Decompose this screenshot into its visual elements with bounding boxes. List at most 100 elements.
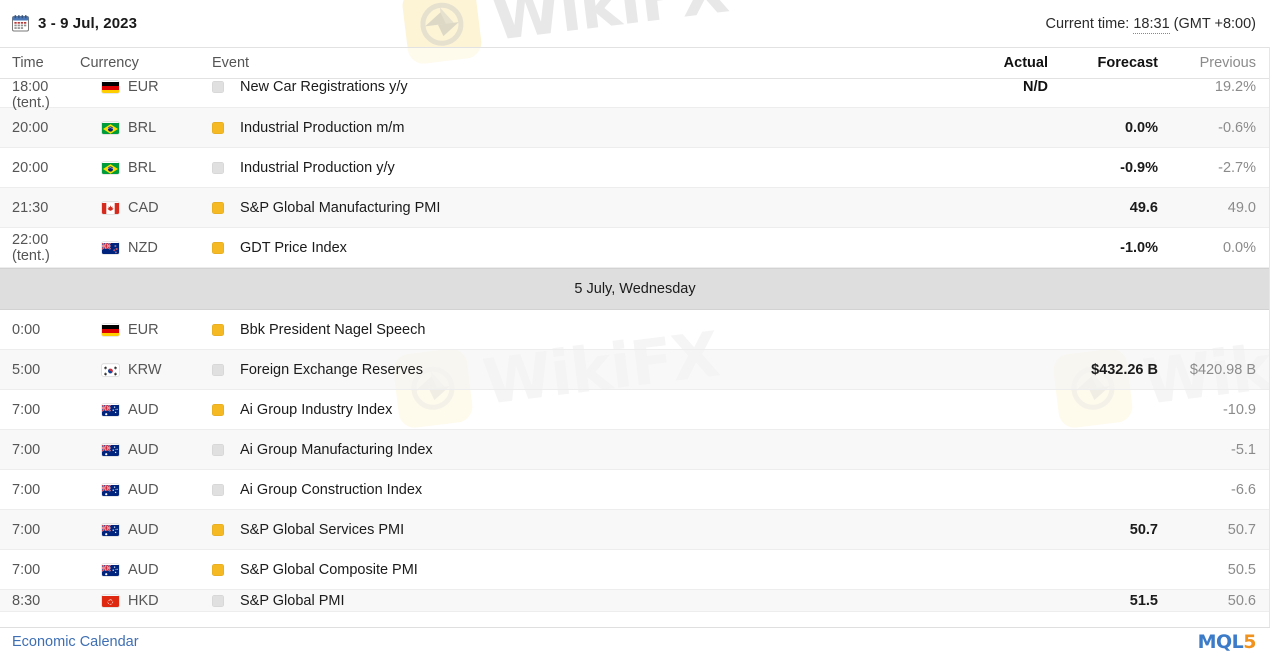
event-cell[interactable]: Industrial Production y/y xyxy=(190,160,938,176)
event-name[interactable]: Industrial Production m/m xyxy=(240,120,404,136)
date-range-selector[interactable]: 3 - 9 Jul, 2023 xyxy=(12,15,137,32)
event-cell[interactable]: Industrial Production m/m xyxy=(190,120,938,136)
table-row[interactable]: 5:00 KRW Foreign Exchange Reserves $432.26 … xyxy=(0,350,1270,390)
event-previous: -10.9 xyxy=(1222,401,1256,418)
event-name[interactable]: Foreign Exchange Reserves xyxy=(240,362,423,378)
currency-code: HKD xyxy=(128,592,159,609)
table-row[interactable]: 20:00 BRL Industrial Production m/m 0.0% -0.… xyxy=(0,108,1270,148)
table-row[interactable]: 22:00 (tent.) NZD GDT Price Index -1.0% 0.0% xyxy=(0,228,1270,268)
current-time-value[interactable]: 18:31 xyxy=(1133,15,1170,34)
event-time: 7:00 xyxy=(12,521,41,538)
importance-indicator-icon xyxy=(212,483,224,496)
importance-indicator-icon xyxy=(212,241,224,254)
importance-indicator-icon xyxy=(212,443,224,456)
column-header-event[interactable]: Event xyxy=(190,55,938,71)
event-cell[interactable]: GDT Price Index xyxy=(190,240,938,256)
flag-germany-icon xyxy=(102,324,119,336)
flag-australia-icon xyxy=(102,443,119,456)
table-row[interactable]: 21:30 CAD S&P Global Manufacturing PMI 49.6… xyxy=(0,188,1270,228)
event-time: 7:00 xyxy=(12,481,41,498)
event-time: 8:30 xyxy=(12,592,41,609)
importance-indicator-icon xyxy=(212,121,224,134)
mql5-logo-main: MQL xyxy=(1197,631,1244,653)
column-header-currency[interactable]: Currency xyxy=(80,55,190,71)
table-row[interactable]: 7:00 AUD Ai Group Industry Index -10.9 xyxy=(0,390,1270,430)
table-row[interactable]: 7:00 AUD Ai Group Manufacturing Index -5.1 xyxy=(0,430,1270,470)
event-name[interactable]: New Car Registrations y/y xyxy=(240,79,408,95)
importance-indicator-icon xyxy=(212,161,224,174)
event-previous: 49.0 xyxy=(1227,199,1256,216)
event-currency: BRL xyxy=(80,160,190,176)
table-row[interactable]: 7:00 AUD S&P Global Composite PMI 50.5 xyxy=(0,550,1270,590)
currency-code: AUD xyxy=(128,401,159,418)
event-name[interactable]: Bbk President Nagel Speech xyxy=(240,322,425,338)
event-name[interactable]: S&P Global PMI xyxy=(240,593,345,609)
event-previous: 19.2% xyxy=(1214,79,1256,95)
event-cell[interactable]: S&P Global Services PMI xyxy=(190,522,938,538)
current-time-label: Current time: xyxy=(1045,15,1130,32)
table-row[interactable]: 8:30 HKD S&P Global PMI 51.5 50.6 xyxy=(0,590,1270,612)
event-previous: -6.6 xyxy=(1231,481,1256,498)
currency-code: EUR xyxy=(128,321,159,338)
event-time: 20:00 xyxy=(12,119,49,136)
flag-hongkong-icon xyxy=(102,595,119,607)
table-row[interactable]: 20:00 BRL Industrial Production y/y -0.9% -2… xyxy=(0,148,1270,188)
importance-indicator-icon xyxy=(212,323,224,336)
table-row[interactable]: 7:00 AUD S&P Global Services PMI 50.7 50.7 xyxy=(0,510,1270,550)
event-time: 0:00 xyxy=(12,321,41,338)
event-previous: -5.1 xyxy=(1231,441,1256,458)
importance-indicator-icon xyxy=(212,594,224,607)
flag-brazil-icon xyxy=(102,122,119,134)
event-time: 7:00 xyxy=(12,561,41,578)
event-currency: AUD xyxy=(80,402,190,418)
day-separator: 5 July, Wednesday xyxy=(0,268,1270,310)
mql5-logo[interactable]: MQL5 xyxy=(1197,631,1257,653)
event-cell[interactable]: Foreign Exchange Reserves xyxy=(190,362,938,378)
event-cell[interactable]: Ai Group Industry Index xyxy=(190,402,938,418)
event-previous: 50.6 xyxy=(1227,592,1256,609)
event-cell[interactable]: Bbk President Nagel Speech xyxy=(190,322,938,338)
event-cell[interactable]: New Car Registrations y/y xyxy=(190,79,938,95)
event-name[interactable]: S&P Global Manufacturing PMI xyxy=(240,200,440,216)
event-previous: 50.7 xyxy=(1227,521,1256,538)
currency-code: NZD xyxy=(128,239,158,256)
currency-code: EUR xyxy=(128,79,159,95)
column-header-previous[interactable]: Previous xyxy=(1158,55,1270,71)
event-name[interactable]: S&P Global Services PMI xyxy=(240,522,404,538)
event-name[interactable]: Ai Group Industry Index xyxy=(240,402,392,418)
event-forecast: 0.0% xyxy=(1124,119,1158,136)
event-name[interactable]: S&P Global Composite PMI xyxy=(240,562,418,578)
event-forecast: 49.6 xyxy=(1129,199,1158,216)
event-cell[interactable]: Ai Group Manufacturing Index xyxy=(190,442,938,458)
flag-southkorea-icon xyxy=(102,364,119,376)
event-time: 21:30 xyxy=(12,199,49,216)
event-currency: CAD xyxy=(80,200,190,216)
event-currency: EUR xyxy=(80,322,190,338)
table-row[interactable]: 0:00 EUR Bbk President Nagel Speech xyxy=(0,310,1270,350)
event-name[interactable]: Ai Group Manufacturing Index xyxy=(240,442,433,458)
footer-bar: Economic Calendar MQL5 xyxy=(0,627,1270,656)
event-name[interactable]: GDT Price Index xyxy=(240,240,347,256)
event-cell[interactable]: S&P Global Manufacturing PMI xyxy=(190,200,938,216)
event-table-body: 18:00 (tent.) EUR New Car Registrations y/y… xyxy=(0,79,1270,612)
event-name[interactable]: Industrial Production y/y xyxy=(240,160,395,176)
column-header-forecast[interactable]: Forecast xyxy=(1048,55,1158,71)
importance-indicator-icon xyxy=(212,523,224,536)
event-previous: -2.7% xyxy=(1218,159,1256,176)
column-header-time[interactable]: Time xyxy=(0,55,80,71)
event-name[interactable]: Ai Group Construction Index xyxy=(240,482,422,498)
economic-calendar-link[interactable]: Economic Calendar xyxy=(12,634,139,650)
event-cell[interactable]: Ai Group Construction Index xyxy=(190,482,938,498)
event-currency: AUD xyxy=(80,562,190,578)
event-time: 22:00 (tent.) xyxy=(0,232,80,264)
table-row[interactable]: 18:00 (tent.) EUR New Car Registrations y/y… xyxy=(0,79,1270,111)
event-forecast: 50.7 xyxy=(1129,521,1158,538)
currency-code: CAD xyxy=(128,199,159,216)
event-currency: HKD xyxy=(80,593,190,609)
table-row[interactable]: 7:00 AUD Ai Group Construction Index -6.6 xyxy=(0,470,1270,510)
event-cell[interactable]: S&P Global Composite PMI xyxy=(190,562,938,578)
column-header-actual[interactable]: Actual xyxy=(938,55,1048,71)
event-previous: 50.5 xyxy=(1227,561,1256,578)
event-cell[interactable]: S&P Global PMI xyxy=(190,593,938,609)
importance-indicator-icon xyxy=(212,363,224,376)
